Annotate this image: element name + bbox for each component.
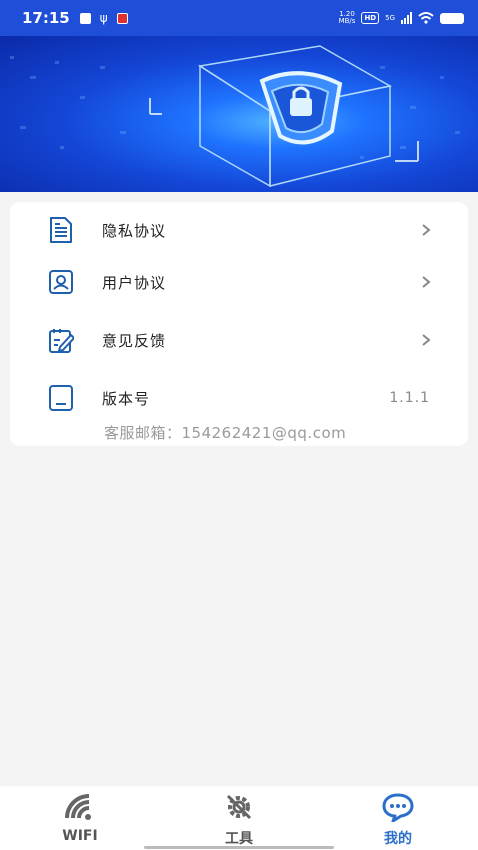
menu-item-label: 意见反馈 [102, 331, 167, 350]
usb-icon: ψ [99, 11, 108, 25]
chevron-right-icon [422, 276, 431, 288]
chat-bubble-icon [382, 793, 414, 822]
battery-icon [440, 12, 464, 24]
menu-item-label: 用户协议 [102, 273, 167, 292]
chevron-right-icon [422, 334, 431, 346]
tools-gear-icon [226, 794, 252, 820]
menu-item-user-agreement[interactable]: 用户协议 [10, 254, 468, 310]
nav-tab-label: WIFI [62, 828, 98, 844]
wifi-status-icon [418, 12, 434, 24]
chevron-right-icon [422, 224, 431, 236]
hd-badge: HD [361, 12, 380, 24]
nav-tab-label: 工具 [225, 831, 253, 847]
version-value: 1.1.1 [389, 390, 430, 406]
menu-item-feedback[interactable]: 意见反馈 [10, 312, 468, 368]
network-speed: 1.20 MB/s [338, 10, 356, 25]
nav-tab-mine[interactable]: 我的 [338, 786, 458, 850]
support-email: 客服邮箱：154262421@qq.com [104, 424, 347, 442]
document-icon [50, 217, 72, 243]
wifi-icon [65, 794, 91, 820]
feedback-edit-icon [49, 329, 74, 353]
signal-icon [401, 12, 412, 24]
app-notification-icon [116, 12, 128, 24]
bottom-navigation: WIFI 工具 我的 [0, 786, 478, 850]
home-indicator[interactable] [144, 846, 334, 849]
version-label: 版本号 [102, 389, 151, 408]
status-bar: 17:15 ψ 1.20 MB/s HD 5G [0, 0, 478, 36]
user-card-icon [49, 270, 73, 294]
nav-tab-label: 我的 [384, 831, 412, 847]
menu-item-label: 隐私协议 [102, 221, 167, 240]
menu-item-privacy[interactable]: 隐私协议 [10, 202, 468, 258]
status-time: 17:15 [22, 9, 70, 27]
phone-icon [49, 385, 73, 411]
nav-tab-wifi[interactable]: WIFI [20, 786, 140, 850]
nav-tab-tools[interactable]: 工具 [179, 786, 299, 850]
menu-item-version: 版本号 1.1.1 [10, 370, 468, 426]
security-banner [0, 36, 478, 192]
network-type: 5G [385, 13, 395, 22]
shield-cube-illustration [10, 45, 460, 188]
notification-icon [79, 12, 91, 24]
settings-card: 隐私协议 用户协议 意见反馈 版本号 1.1.1 客服邮箱：154262421@… [10, 202, 468, 446]
